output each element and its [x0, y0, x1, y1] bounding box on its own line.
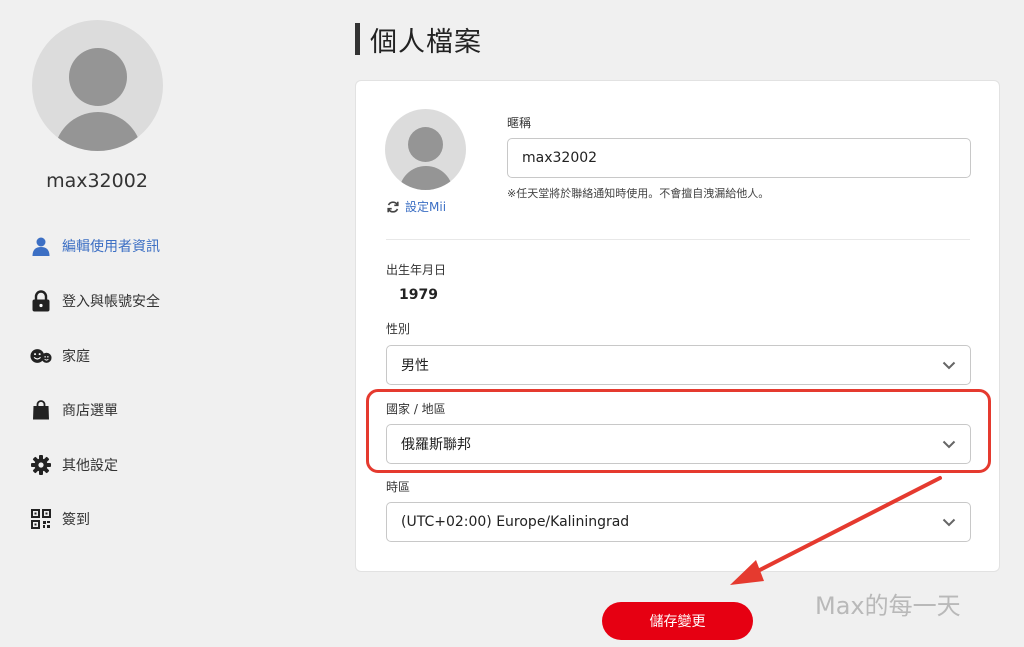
- avatar-body: [54, 112, 142, 151]
- avatar-head: [408, 127, 443, 162]
- nickname-note: ※任天堂將於聯絡通知時使用。不會擅自洩漏給他人。: [507, 187, 770, 200]
- sidebar: max32002 編輯使用者資訊 登入與帳號安全 家庭 商店選單 其他設定 簽到: [0, 0, 200, 647]
- avatar-body: [399, 166, 453, 190]
- annotation-arrow: [730, 476, 942, 585]
- gender-label: 性別: [386, 322, 411, 336]
- title-bar: [355, 23, 360, 55]
- page-title: 個人檔案: [355, 22, 482, 58]
- refresh-icon: [386, 200, 400, 214]
- save-button[interactable]: 儲存變更: [602, 602, 753, 640]
- sidebar-item-shop-menu[interactable]: 商店選單: [30, 398, 118, 422]
- page-title-text: 個人檔案: [370, 26, 482, 58]
- birth-label: 出生年月日: [386, 263, 447, 277]
- set-mii-label: 設定Mii: [405, 200, 447, 214]
- timezone-value: (UTC+02:00) Europe/Kaliningrad: [401, 514, 630, 530]
- gender-value: 男性: [401, 358, 429, 374]
- family-icon: [30, 345, 52, 367]
- sidebar-item-login-security[interactable]: 登入與帳號安全: [30, 289, 160, 313]
- avatar-head: [69, 48, 127, 106]
- chevron-down-icon: [942, 361, 956, 370]
- sidebar-item-label: 簽到: [62, 512, 90, 528]
- divider: [386, 239, 970, 240]
- sidebar-item-check-in[interactable]: 簽到: [30, 507, 90, 531]
- watermark: Max的每一天: [815, 592, 961, 620]
- sidebar-item-edit-user-info[interactable]: 編輯使用者資訊: [30, 234, 160, 258]
- gear-icon: [30, 454, 52, 476]
- sidebar-item-other-settings[interactable]: 其他設定: [30, 453, 118, 477]
- set-mii-link[interactable]: 設定Mii: [386, 198, 446, 215]
- shopping-bag-icon: [30, 399, 52, 421]
- sidebar-item-label: 登入與帳號安全: [62, 294, 160, 310]
- nickname-label: 暱稱: [507, 116, 532, 130]
- sidebar-item-family[interactable]: 家庭: [30, 344, 90, 368]
- birth-value: 1979: [399, 287, 438, 303]
- user-icon: [30, 235, 52, 257]
- nickname-input[interactable]: max32002: [507, 138, 971, 178]
- mii-avatar[interactable]: [385, 109, 466, 190]
- sidebar-item-label: 其他設定: [62, 458, 118, 474]
- avatar[interactable]: [32, 20, 163, 151]
- lock-icon: [30, 290, 52, 312]
- sidebar-item-label: 商店選單: [62, 403, 118, 419]
- highlight-box: [366, 389, 991, 473]
- qr-code-icon: [30, 508, 52, 530]
- sidebar-item-label: 家庭: [62, 349, 90, 365]
- username: max32002: [46, 170, 148, 192]
- gender-select[interactable]: 男性: [386, 345, 971, 385]
- sidebar-item-label: 編輯使用者資訊: [62, 239, 160, 255]
- timezone-label: 時區: [386, 480, 411, 494]
